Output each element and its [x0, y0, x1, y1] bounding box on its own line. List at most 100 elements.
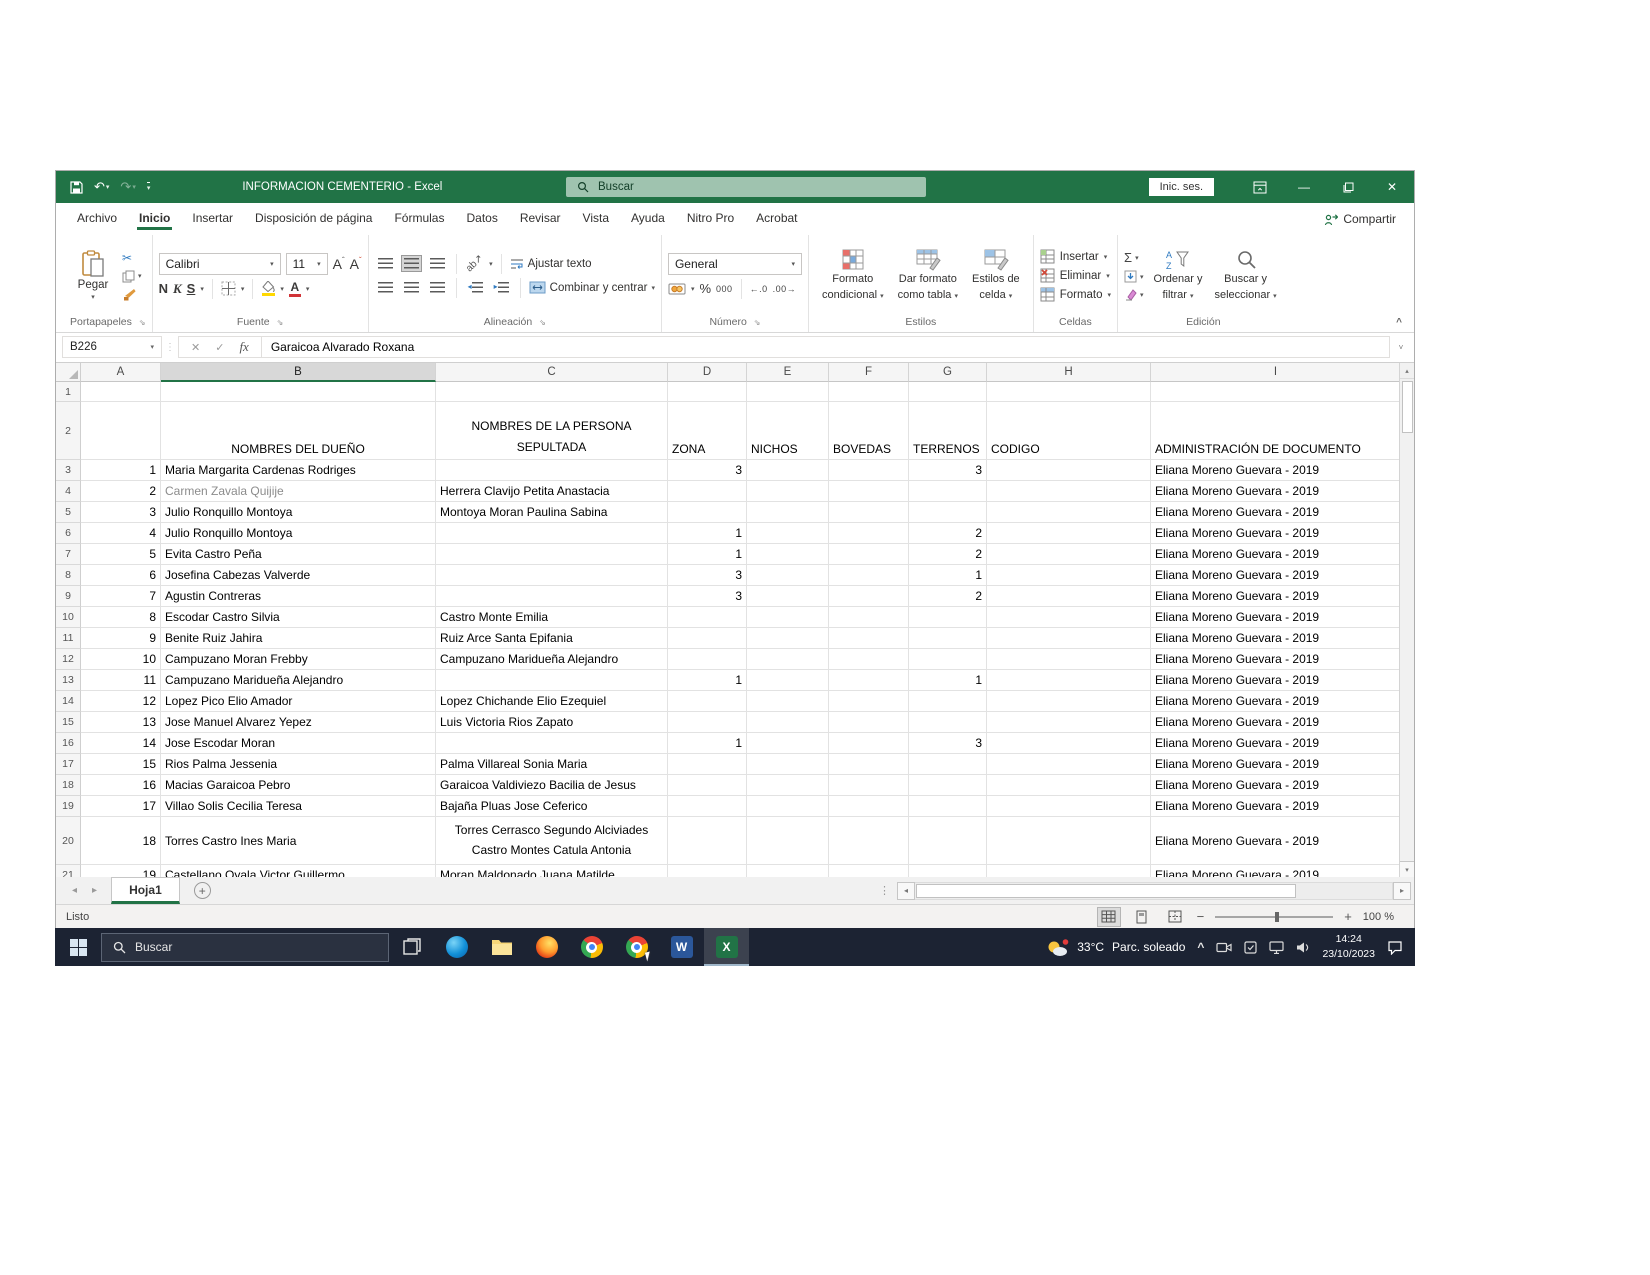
row-header-6[interactable]: 6 — [56, 523, 81, 544]
cell-A1[interactable] — [81, 382, 161, 402]
row-header-4[interactable]: 4 — [56, 481, 81, 502]
zoom-slider[interactable] — [1215, 916, 1333, 918]
underline-button[interactable]: S — [187, 281, 196, 296]
cell-D5[interactable] — [668, 502, 747, 523]
cell-C21[interactable]: Moran Maldonado Juana Matilde — [436, 865, 668, 877]
sheet-tab-hoja1[interactable]: Hoja1 — [111, 877, 180, 904]
cell-F14[interactable] — [829, 691, 909, 712]
increase-indent-icon[interactable]: ▸ — [491, 279, 512, 296]
accounting-format-icon[interactable] — [668, 282, 686, 295]
cell-E6[interactable] — [747, 523, 829, 544]
cell-F12[interactable] — [829, 649, 909, 670]
cell-C14[interactable]: Lopez Chichande Elio Ezequiel — [436, 691, 668, 712]
row-header-18[interactable]: 18 — [56, 775, 81, 796]
cell-G15[interactable] — [909, 712, 987, 733]
cell-B3[interactable]: Maria Margarita Cardenas Rodriges — [161, 460, 436, 481]
cell-D3[interactable]: 3 — [668, 460, 747, 481]
cell-H9[interactable] — [987, 586, 1151, 607]
cell-I3[interactable]: Eliana Moreno Guevara - 2019 — [1151, 460, 1401, 481]
cell-C18[interactable]: Garaicoa Valdiviezo Bacilia de Jesus — [436, 775, 668, 796]
cell-G14[interactable] — [909, 691, 987, 712]
cell-E5[interactable] — [747, 502, 829, 523]
weather-widget[interactable]: 33°C Parc. soleado — [1045, 938, 1185, 957]
cell-D4[interactable] — [668, 481, 747, 502]
cell-H4[interactable] — [987, 481, 1151, 502]
row-header-11[interactable]: 11 — [56, 628, 81, 649]
prev-sheet-icon[interactable]: ◂ — [72, 885, 77, 896]
hscroll-left-icon[interactable]: ◂ — [897, 882, 915, 900]
action-center-icon[interactable] — [1387, 940, 1403, 955]
cell-B20[interactable]: Torres Castro Ines Maria — [161, 817, 436, 865]
tray-app-icon[interactable] — [1244, 941, 1257, 954]
align-middle-button[interactable] — [401, 255, 422, 272]
cell-E20[interactable] — [747, 817, 829, 865]
ribbon-tab-fórmulas[interactable]: Fórmulas — [383, 205, 455, 233]
cell-C19[interactable]: Bajaña Pluas Jose Ceferico — [436, 796, 668, 817]
row-header-19[interactable]: 19 — [56, 796, 81, 817]
row-header-8[interactable]: 8 — [56, 565, 81, 586]
cell-B1[interactable] — [161, 382, 436, 402]
cell-A7[interactable]: 5 — [81, 544, 161, 565]
cell-B14[interactable]: Lopez Pico Elio Amador — [161, 691, 436, 712]
cell-A14[interactable]: 12 — [81, 691, 161, 712]
cell-G1[interactable] — [909, 382, 987, 402]
insert-function-icon[interactable]: fx — [239, 339, 248, 355]
cell-G10[interactable] — [909, 607, 987, 628]
cell-A11[interactable]: 9 — [81, 628, 161, 649]
cell-F9[interactable] — [829, 586, 909, 607]
row-header-3[interactable]: 3 — [56, 460, 81, 481]
cell-D12[interactable] — [668, 649, 747, 670]
row-header-16[interactable]: 16 — [56, 733, 81, 754]
title-search-box[interactable]: Buscar — [566, 177, 926, 197]
cell-I1[interactable] — [1151, 382, 1401, 402]
column-header-A[interactable]: A — [81, 363, 161, 382]
cell-C20[interactable]: Torres Cerrasco Segundo AlciviadesCastro… — [436, 817, 668, 865]
close-button[interactable]: ✕ — [1370, 171, 1414, 203]
increase-decimal-button[interactable]: ←.0 — [750, 284, 768, 294]
align-top-button[interactable] — [375, 255, 396, 272]
ribbon-tab-inicio[interactable]: Inicio — [128, 205, 181, 233]
column-header-B[interactable]: B — [161, 363, 436, 382]
task-view-button[interactable] — [389, 928, 434, 966]
cell-D15[interactable] — [668, 712, 747, 733]
cell-A20[interactable]: 18 — [81, 817, 161, 865]
font-color-icon[interactable]: A — [289, 281, 301, 297]
cell-D11[interactable] — [668, 628, 747, 649]
zoom-out-button[interactable]: − — [1197, 909, 1205, 924]
cell-E4[interactable] — [747, 481, 829, 502]
cancel-entry-icon[interactable]: ✕ — [191, 341, 200, 354]
cell-B8[interactable]: Josefina Cabezas Valverde — [161, 565, 436, 586]
cell-F19[interactable] — [829, 796, 909, 817]
cell-G18[interactable] — [909, 775, 987, 796]
cell-C12[interactable]: Campuzano Maridueña Alejandro — [436, 649, 668, 670]
bold-button[interactable]: N — [159, 281, 168, 296]
cell-G6[interactable]: 2 — [909, 523, 987, 544]
horizontal-scrollbar[interactable] — [915, 882, 1393, 900]
cell-F15[interactable] — [829, 712, 909, 733]
cell-H14[interactable] — [987, 691, 1151, 712]
cell-D14[interactable] — [668, 691, 747, 712]
row-header-15[interactable]: 15 — [56, 712, 81, 733]
cell-C6[interactable] — [436, 523, 668, 544]
cell-E7[interactable] — [747, 544, 829, 565]
fill-button[interactable]: ▾ — [1124, 270, 1144, 283]
cell-F1[interactable] — [829, 382, 909, 402]
cell-E2[interactable]: NICHOS — [747, 402, 829, 460]
number-format-select[interactable]: General▾ — [668, 253, 802, 275]
chrome-button[interactable] — [569, 928, 614, 966]
cell-B4[interactable]: Carmen Zavala Quijije — [161, 481, 436, 502]
ribbon-tab-insertar[interactable]: Insertar — [181, 205, 244, 233]
align-bottom-button[interactable] — [427, 255, 448, 272]
taskbar-search-box[interactable]: Buscar — [101, 933, 389, 962]
normal-view-button[interactable] — [1098, 908, 1120, 926]
ribbon-tab-vista[interactable]: Vista — [572, 205, 620, 233]
cell-H12[interactable] — [987, 649, 1151, 670]
cell-C16[interactable] — [436, 733, 668, 754]
row-header-20[interactable]: 20 — [56, 817, 81, 865]
cell-A16[interactable]: 14 — [81, 733, 161, 754]
page-layout-view-button[interactable] — [1131, 908, 1153, 926]
hidden-icons-chevron[interactable]: ^ — [1197, 940, 1204, 954]
cell-H2[interactable]: CODIGO — [987, 402, 1151, 460]
cell-A21[interactable]: 19 — [81, 865, 161, 877]
cell-C17[interactable]: Palma Villareal Sonia Maria — [436, 754, 668, 775]
